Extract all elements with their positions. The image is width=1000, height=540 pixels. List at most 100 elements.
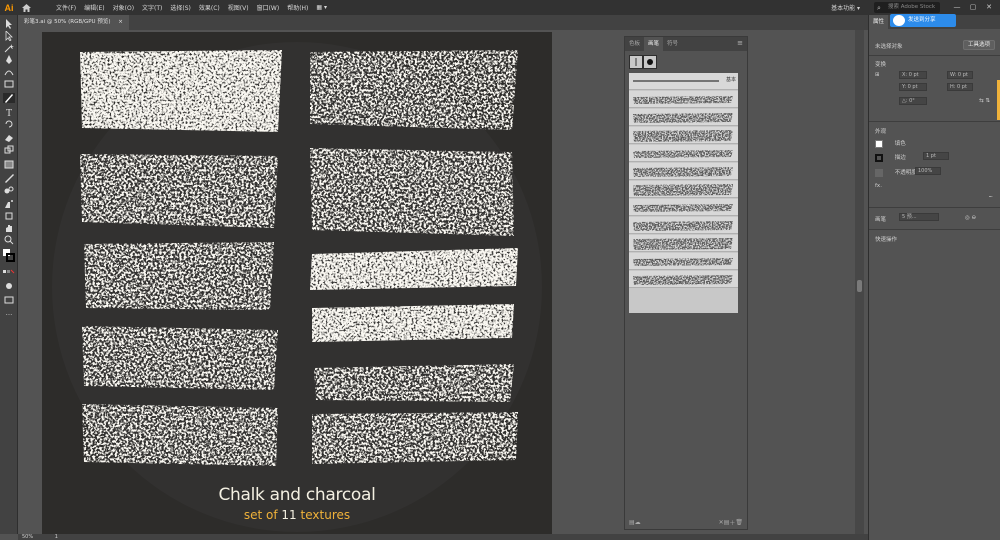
brush-chalk-4[interactable]	[629, 145, 738, 162]
artboard-tool-icon[interactable]	[3, 211, 15, 221]
libraries-icon[interactable]: ☁	[635, 519, 641, 526]
brushes-panel-header: 色板 画笔 符号 ≡	[625, 37, 747, 51]
eyedropper-tool-icon[interactable]	[3, 173, 15, 183]
scroll-thumb[interactable]	[857, 280, 862, 292]
arrange-documents-icon[interactable]: ▦ ▾	[312, 4, 331, 11]
more-tools-icon[interactable]: ···	[3, 311, 15, 321]
brush-chalk-11[interactable]	[629, 271, 738, 288]
flip-icons[interactable]: ⇆ ⇅	[979, 98, 990, 104]
paintbrush-tool-icon[interactable]	[3, 93, 15, 103]
brush-chalk-9[interactable]	[629, 235, 738, 252]
zoom-tool-icon[interactable]	[3, 235, 15, 245]
stroke-swatch[interactable]: 描边	[875, 153, 906, 162]
screen-mode-icon[interactable]	[3, 295, 15, 305]
menu-object[interactable]: 对象(O)	[109, 3, 138, 12]
curvature-tool-icon[interactable]	[3, 67, 15, 77]
artboard[interactable]: Chalk and charcoal set of 11 textures	[42, 32, 552, 534]
brush-chalk-10[interactable]	[629, 253, 738, 270]
artboard-number[interactable]: 1	[55, 534, 58, 540]
x-field[interactable]: X: 0 pt	[899, 71, 927, 79]
fill-stroke-swatch[interactable]	[3, 249, 15, 262]
menu-help[interactable]: 帮助(H)	[283, 3, 312, 12]
menu-type[interactable]: 文字(T)	[138, 3, 166, 12]
width-field[interactable]: W: 0 pt	[947, 71, 973, 79]
app-logo: Ai	[4, 2, 14, 13]
stock-search-input[interactable]: ⌕ 搜索 Adobe Stock	[874, 2, 940, 13]
brush-list[interactable]: 基本	[629, 73, 738, 313]
chalk-stroke-6	[310, 248, 518, 290]
menu-edit[interactable]: 编辑(E)	[80, 3, 108, 12]
gradient-tool-icon[interactable]	[3, 159, 15, 169]
brush-chalk-3[interactable]	[629, 127, 738, 144]
menu-file[interactable]: 文件(F)	[52, 3, 80, 12]
brush-preview-swatches[interactable]	[629, 55, 657, 69]
opacity-field[interactable]: 100%	[915, 167, 941, 175]
menu-bar: Ai 文件(F) 编辑(E) 对象(O) 文字(T) 选择(S) 效果(C) 视…	[0, 0, 1000, 15]
brush-select[interactable]: 5 预...	[899, 213, 939, 221]
height-field[interactable]: H: 0 pt	[947, 83, 973, 91]
fill-swatch[interactable]: 填色	[875, 139, 906, 148]
brush-chalk-8[interactable]	[629, 217, 738, 234]
document-tab[interactable]: 彩笔3.ai @ 50% (RGB/GPU 预览) ×	[18, 15, 129, 30]
brushes-panel-footer: ▤ ☁ ✕ ▤ ＋ 🗑	[625, 515, 747, 529]
more-options-icon[interactable]: ···	[988, 193, 993, 201]
vertical-scrollbar[interactable]	[855, 30, 864, 534]
divider	[869, 229, 1000, 230]
divider	[869, 121, 1000, 122]
home-icon[interactable]	[18, 0, 34, 15]
share-button[interactable]: 发送到分享	[890, 14, 956, 27]
menu-effect[interactable]: 效果(C)	[195, 3, 224, 12]
artwork-subtitle-post: textures	[300, 508, 351, 522]
close-icon[interactable]: ✕	[984, 2, 994, 12]
brush-chalk-6[interactable]	[629, 181, 738, 198]
chalk-stroke-3	[80, 154, 278, 228]
eraser-tool-icon[interactable]	[3, 133, 15, 143]
drawing-modes-icon[interactable]	[3, 281, 15, 291]
brush-chalk-2[interactable]	[629, 109, 738, 126]
close-tab-icon[interactable]: ×	[118, 19, 123, 25]
brush-basic[interactable]: 基本	[629, 73, 738, 90]
selection-tool-icon[interactable]	[3, 19, 15, 29]
divider	[869, 55, 1000, 56]
menu-select[interactable]: 选择(S)	[166, 3, 195, 12]
brush-label: 画笔	[875, 217, 887, 223]
menu-view[interactable]: 视图(V)	[224, 3, 253, 12]
color-mode-icons[interactable]	[3, 267, 15, 277]
delete-brush-icon[interactable]: 🗑	[735, 519, 743, 526]
stroke-weight-field[interactable]: 1 pt	[923, 152, 949, 160]
tab-swatches[interactable]: 色板	[625, 37, 644, 51]
reference-point-icon[interactable]: ⊞	[875, 72, 880, 78]
quick-actions-label: 快速操作	[875, 237, 898, 243]
rotate-tool-icon[interactable]	[3, 119, 15, 129]
tool-options-button[interactable]: 工具选项	[963, 40, 995, 50]
pen-tool-icon[interactable]	[3, 55, 15, 65]
opacity-row: 不透明度	[875, 168, 917, 177]
fx-icon[interactable]: fx.	[875, 183, 882, 189]
tab-brushes[interactable]: 画笔	[644, 37, 664, 51]
scale-tool-icon[interactable]	[3, 145, 15, 155]
panel-menu-icon[interactable]: ≡	[737, 39, 743, 47]
direct-selection-tool-icon[interactable]	[3, 30, 15, 42]
restore-icon[interactable]: ▢	[968, 2, 978, 12]
zoom-level[interactable]: 50%	[22, 534, 33, 540]
brush-chalk-5[interactable]	[629, 163, 738, 180]
brush-chalk-7[interactable]	[629, 199, 738, 216]
tab-properties[interactable]: 属性	[869, 15, 889, 29]
y-field[interactable]: Y: 0 pt	[899, 83, 927, 91]
symbol-sprayer-tool-icon[interactable]	[3, 199, 15, 209]
brush-stroke-preview	[633, 275, 733, 285]
rotate-field[interactable]: △: 0°	[899, 97, 927, 105]
hand-tool-icon[interactable]	[3, 223, 15, 233]
magic-wand-tool-icon[interactable]	[3, 43, 15, 53]
blend-tool-icon[interactable]	[3, 185, 15, 195]
chalk-textures-artwork	[52, 42, 542, 532]
type-tool-icon[interactable]: T	[3, 107, 15, 119]
brush-options-icons[interactable]: ◎ ⊖	[965, 215, 976, 221]
tab-symbols[interactable]: 符号	[663, 37, 682, 51]
selection-label: 未选择对象	[875, 44, 903, 50]
brush-chalk-1[interactable]	[629, 91, 738, 108]
menu-window[interactable]: 窗口(W)	[253, 3, 284, 12]
rectangle-tool-icon[interactable]	[3, 79, 15, 89]
workspace-switcher[interactable]: 基本功能 ▾	[831, 3, 860, 12]
minimize-icon[interactable]: —	[952, 2, 962, 12]
